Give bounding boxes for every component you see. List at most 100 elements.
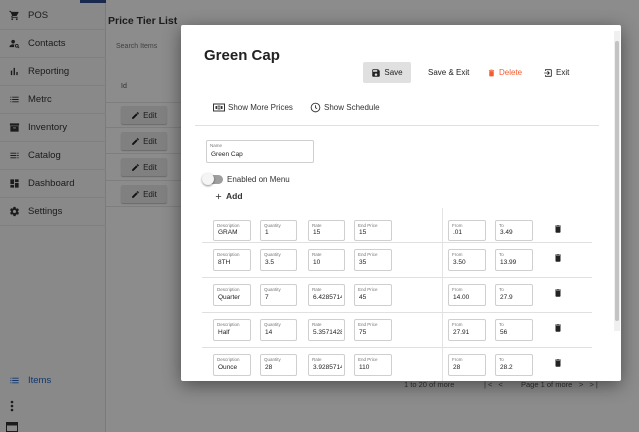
save-label: Save	[384, 68, 403, 77]
rate-label: Rate	[312, 357, 322, 362]
quantity-label: Quantity	[264, 322, 281, 327]
to-value: 27.9	[500, 294, 513, 301]
rate-field[interactable]: Rate 5.3571428	[308, 319, 345, 341]
exit-button[interactable]: Exit	[537, 62, 575, 83]
trash-icon[interactable]	[553, 357, 563, 369]
quantity-label: Quantity	[264, 287, 281, 292]
to-value: 56	[500, 329, 508, 336]
quantity-field[interactable]: Quantity 1	[260, 220, 297, 241]
trash-icon[interactable]	[553, 322, 563, 334]
scrollbar-thumb[interactable]	[615, 41, 619, 321]
quantity-value: 7	[265, 294, 269, 301]
quantity-value: 14	[265, 329, 273, 336]
trash-icon[interactable]	[553, 223, 563, 235]
rate-field[interactable]: Rate 6.4285714	[308, 284, 345, 306]
delete-button[interactable]: Delete	[481, 62, 528, 83]
to-value: 13.99	[500, 259, 517, 266]
description-label: Description	[217, 223, 240, 228]
end-price-field[interactable]: End Price 75	[354, 319, 392, 341]
save-button[interactable]: Save	[363, 62, 411, 83]
from-label: From	[452, 357, 463, 362]
to-field[interactable]: To 13.99	[495, 249, 533, 271]
end-price-field[interactable]: End Price 110	[354, 354, 392, 376]
from-value: 3.50	[453, 259, 466, 266]
divider	[195, 125, 599, 126]
end-price-value: 35	[359, 259, 367, 266]
rate-label: Rate	[312, 252, 322, 257]
rate-value: 10	[313, 259, 321, 266]
add-label: Add	[226, 191, 243, 201]
description-label: Description	[217, 287, 240, 292]
quantity-value: 28	[265, 364, 273, 371]
description-label: Description	[217, 252, 240, 257]
dialog-scrollbar[interactable]	[614, 31, 620, 331]
end-price-label: End Price	[358, 357, 378, 362]
tier-row: Description 8TH Quantity 3.5 Rate 10 End Pr…	[202, 243, 592, 278]
rate-value: 6.4285714	[313, 294, 342, 301]
from-value: 28	[453, 364, 461, 371]
description-value: Ounce	[218, 364, 238, 371]
from-value: .01	[453, 229, 463, 236]
name-field-value: Green Cap	[211, 151, 243, 158]
quantity-label: Quantity	[264, 252, 281, 257]
end-price-field[interactable]: End Price 35	[354, 249, 392, 271]
description-field[interactable]: Description Quarter	[213, 284, 251, 306]
from-label: From	[452, 287, 463, 292]
end-price-label: End Price	[358, 223, 378, 228]
rate-field[interactable]: Rate 15	[308, 220, 345, 241]
to-field[interactable]: To 28.2	[495, 354, 533, 376]
end-price-label: End Price	[358, 287, 378, 292]
end-price-field[interactable]: End Price 45	[354, 284, 392, 306]
add-tier-button[interactable]: Add	[214, 191, 243, 201]
name-field[interactable]: Name Green Cap	[206, 140, 314, 163]
end-price-label: End Price	[358, 252, 378, 257]
quantity-value: 1	[265, 229, 269, 236]
quantity-field[interactable]: Quantity 28	[260, 354, 297, 376]
tier-row: Description Ounce Quantity 28 Rate 3.928571…	[202, 348, 592, 381]
from-label: From	[452, 322, 463, 327]
from-field[interactable]: From 3.50	[448, 249, 486, 271]
exit-icon	[544, 68, 552, 77]
tier-row: Description Half Quantity 14 Rate 5.3571428…	[202, 313, 592, 348]
description-field[interactable]: Description Ounce	[213, 354, 251, 376]
exit-label: Exit	[556, 68, 570, 77]
enabled-on-menu-toggle[interactable]	[202, 173, 223, 185]
from-field[interactable]: From 27.91	[448, 319, 486, 341]
quantity-label: Quantity	[264, 357, 281, 362]
end-price-field[interactable]: End Price 15	[354, 220, 392, 241]
quantity-field[interactable]: Quantity 3.5	[260, 249, 297, 271]
trash-icon[interactable]	[553, 252, 563, 264]
quantity-field[interactable]: Quantity 14	[260, 319, 297, 341]
description-field[interactable]: Description Half	[213, 319, 251, 341]
rate-field[interactable]: Rate 10	[308, 249, 345, 271]
from-field[interactable]: From 14.00	[448, 284, 486, 306]
plus-icon	[215, 193, 222, 199]
description-value: GRAM	[218, 229, 238, 236]
to-field[interactable]: To 56	[495, 319, 533, 341]
description-field[interactable]: Description GRAM	[213, 220, 251, 241]
description-field[interactable]: Description 8TH	[213, 249, 251, 271]
save-icon	[372, 68, 381, 77]
tier-row: Description GRAM Quantity 1 Rate 15 End Pri…	[202, 208, 592, 243]
show-more-prices-button[interactable]: Show More Prices	[213, 99, 293, 115]
dialog-title: Green Cap	[204, 47, 280, 64]
trash-icon[interactable]	[553, 287, 563, 299]
to-field[interactable]: To 3.49	[495, 220, 533, 241]
rate-value: 5.3571428	[313, 329, 342, 336]
to-label: To	[499, 322, 504, 327]
delete-label: Delete	[499, 68, 523, 77]
to-field[interactable]: To 27.9	[495, 284, 533, 306]
trash-icon	[488, 69, 495, 76]
show-schedule-button[interactable]: Show Schedule	[310, 99, 380, 115]
to-label: To	[499, 252, 504, 257]
description-value: Half	[218, 329, 230, 336]
rate-field[interactable]: Rate 3.9285714	[308, 354, 345, 376]
quantity-field[interactable]: Quantity 7	[260, 284, 297, 306]
rate-value: 15	[313, 229, 321, 236]
from-field[interactable]: From .01	[448, 220, 486, 241]
show-schedule-label: Show Schedule	[324, 102, 380, 112]
from-field[interactable]: From 28	[448, 354, 486, 376]
to-value: 28.2	[500, 364, 513, 371]
save-exit-button[interactable]: Save & Exit	[422, 62, 475, 83]
enabled-on-menu-label: Enabled on Menu	[227, 175, 290, 184]
